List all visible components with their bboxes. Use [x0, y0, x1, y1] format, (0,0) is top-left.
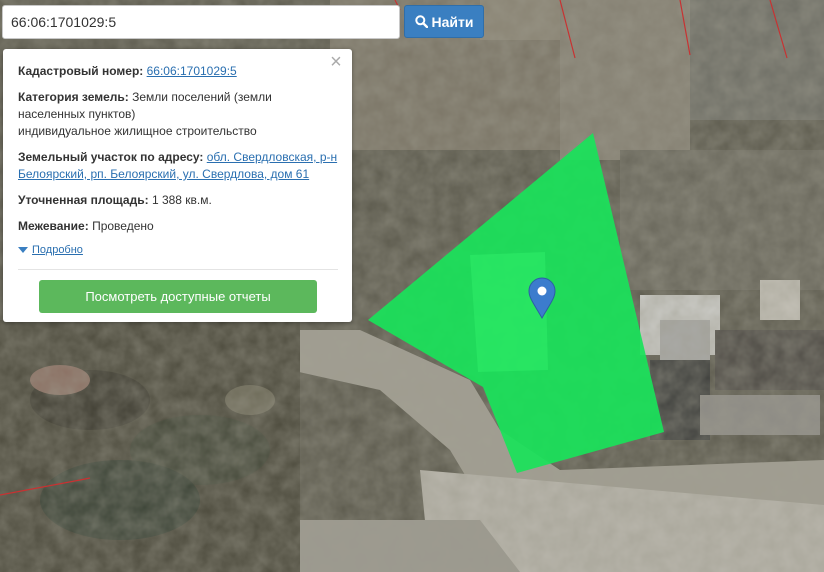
address-label: Земельный участок по адресу:: [18, 150, 204, 164]
triangle-down-icon: [18, 247, 28, 253]
close-icon[interactable]: ×: [328, 52, 344, 72]
area-row: Уточненная площадь: 1 388 кв.м.: [18, 192, 338, 209]
survey-row: Межевание: Проведено: [18, 218, 338, 235]
view-reports-button[interactable]: Посмотреть доступные отчеты: [39, 280, 317, 313]
search-button[interactable]: Найти: [404, 5, 484, 38]
parcel-info-popup: × Кадастровый номер: 66:06:1701029:5 Кат…: [3, 49, 352, 322]
details-toggle[interactable]: Подробно: [18, 243, 338, 257]
cadastral-number-row: Кадастровый номер: 66:06:1701029:5: [18, 63, 338, 80]
address-row: Земельный участок по адресу: обл. Свердл…: [18, 149, 338, 183]
area-value: 1 388 кв.м.: [151, 193, 212, 207]
divider: [18, 269, 338, 270]
search-bar: [2, 5, 400, 39]
search-input[interactable]: [3, 6, 399, 38]
survey-label: Межевание:: [18, 219, 89, 233]
search-icon: [414, 15, 428, 28]
land-category-row: Категория земель: Земли поселений (земли…: [18, 89, 338, 140]
search-button-label: Найти: [431, 13, 474, 30]
survey-value: Проведено: [92, 219, 154, 233]
details-link[interactable]: Подробно: [32, 243, 83, 257]
land-category-label: Категория земель:: [18, 90, 129, 104]
area-label: Уточненная площадь:: [18, 193, 149, 207]
cadastral-number-link[interactable]: 66:06:1701029:5: [147, 64, 237, 78]
cadastral-number-label: Кадастровый номер:: [18, 64, 144, 78]
